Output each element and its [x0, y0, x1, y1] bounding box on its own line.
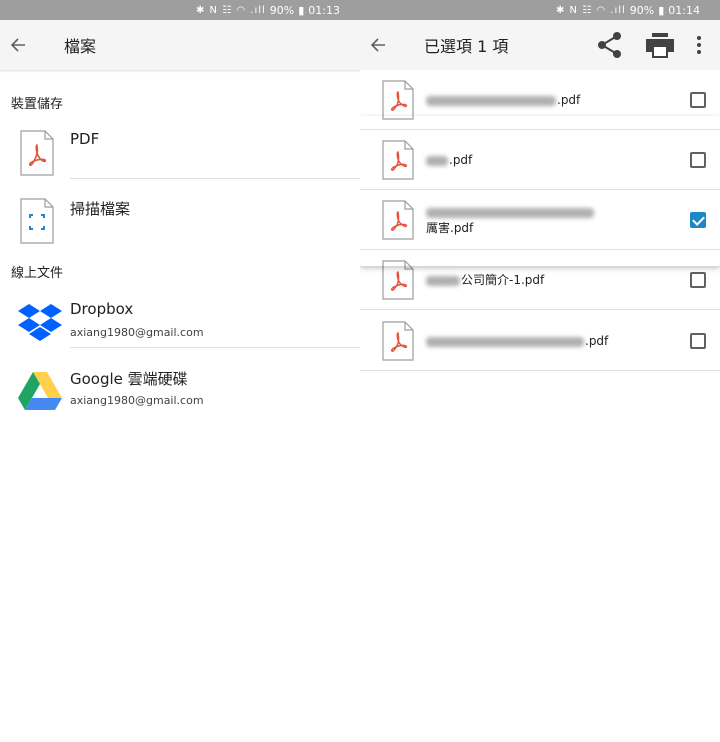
- file-row[interactable]: .pdf: [360, 130, 720, 190]
- status-icons: ✱ N ☷ ◠ .ıll: [196, 4, 266, 16]
- file-checkbox[interactable]: [690, 152, 706, 168]
- file-row[interactable]: .pdf: [360, 311, 720, 371]
- files-screen: ✱ N ☷ ◠ .ıll 90% ▮ 01:13 檔案 裝置儲存 PDF 掃描檔…: [0, 0, 360, 742]
- source-item-dropbox[interactable]: Dropbox axiang1980@gmail.com: [0, 300, 360, 366]
- file-name: .pdf: [426, 92, 580, 108]
- pdf-file-icon: [382, 260, 414, 300]
- status-icons: ✱ N ☷ ◠ .ıll: [556, 4, 626, 16]
- more-vertical-icon: [697, 36, 701, 54]
- source-title: 掃描檔案: [70, 200, 131, 218]
- file-checkbox[interactable]: [690, 92, 706, 108]
- battery-level: 90%: [629, 3, 655, 17]
- app-bar: 檔案: [0, 20, 360, 70]
- file-checkbox-checked[interactable]: [690, 212, 706, 228]
- divider: [70, 178, 360, 179]
- clock: 01:13: [308, 3, 340, 17]
- file-checkbox[interactable]: [690, 333, 706, 349]
- app-bar: 已選項 1 項: [360, 20, 720, 70]
- battery-icon: ▮: [658, 3, 665, 17]
- share-icon: [598, 32, 621, 58]
- battery-level: 90%: [269, 3, 295, 17]
- file-row-selected[interactable]: 厲害.pdf: [360, 190, 720, 250]
- selection-count-title: 已選項 1 項: [424, 37, 509, 56]
- section-device-storage: 裝置儲存: [11, 97, 64, 112]
- status-bar: ✱ N ☷ ◠ .ıll 90% ▮ 01:14: [360, 0, 720, 20]
- arrow-left-icon: [10, 38, 25, 52]
- pdf-file-icon: [382, 200, 414, 240]
- file-name: .pdf: [426, 152, 472, 168]
- source-title: Dropbox: [70, 300, 134, 318]
- source-item-scans[interactable]: 掃描檔案: [0, 198, 360, 264]
- file-name: 公司簡介-1.pdf: [426, 272, 544, 288]
- google-drive-icon: [18, 372, 62, 410]
- file-row[interactable]: .pdf: [360, 70, 720, 130]
- file-row[interactable]: 公司簡介-1.pdf: [360, 250, 720, 310]
- status-bar: ✱ N ☷ ◠ .ıll 90% ▮ 01:13: [0, 0, 360, 20]
- scan-file-icon: [20, 198, 54, 244]
- source-item-google-drive[interactable]: Google 雲端硬碟 axiang1980@gmail.com: [0, 368, 360, 434]
- clock: 01:14: [668, 3, 700, 17]
- file-name: .pdf: [426, 333, 608, 349]
- arrow-left-icon: [370, 38, 385, 52]
- pdf-file-icon: [382, 80, 414, 120]
- print-button[interactable]: [642, 27, 678, 63]
- account-email: axiang1980@gmail.com: [70, 326, 204, 339]
- source-item-pdf[interactable]: PDF: [0, 130, 360, 196]
- pdf-file-icon: [382, 140, 414, 180]
- file-name: 厲害.pdf: [426, 204, 595, 236]
- source-title: PDF: [70, 130, 100, 148]
- print-icon: [646, 33, 674, 58]
- back-button[interactable]: [360, 27, 396, 63]
- battery-icon: ▮: [298, 3, 305, 17]
- account-email: axiang1980@gmail.com: [70, 394, 204, 407]
- pdf-select-screen: ✱ N ☷ ◠ .ıll 90% ▮ 01:14 已選項 1 項 .pdf .p…: [360, 0, 720, 742]
- source-title: Google 雲端硬碟: [70, 370, 188, 388]
- share-button[interactable]: [592, 27, 628, 63]
- pdf-file-icon: [20, 130, 54, 176]
- file-checkbox[interactable]: [690, 272, 706, 288]
- back-button[interactable]: [0, 27, 36, 63]
- more-options-button[interactable]: [684, 27, 714, 63]
- section-online-docs: 線上文件: [11, 266, 64, 281]
- divider: [70, 347, 360, 348]
- dropbox-icon: [18, 304, 62, 341]
- page-title: 檔案: [64, 37, 97, 56]
- pdf-file-icon: [382, 321, 414, 361]
